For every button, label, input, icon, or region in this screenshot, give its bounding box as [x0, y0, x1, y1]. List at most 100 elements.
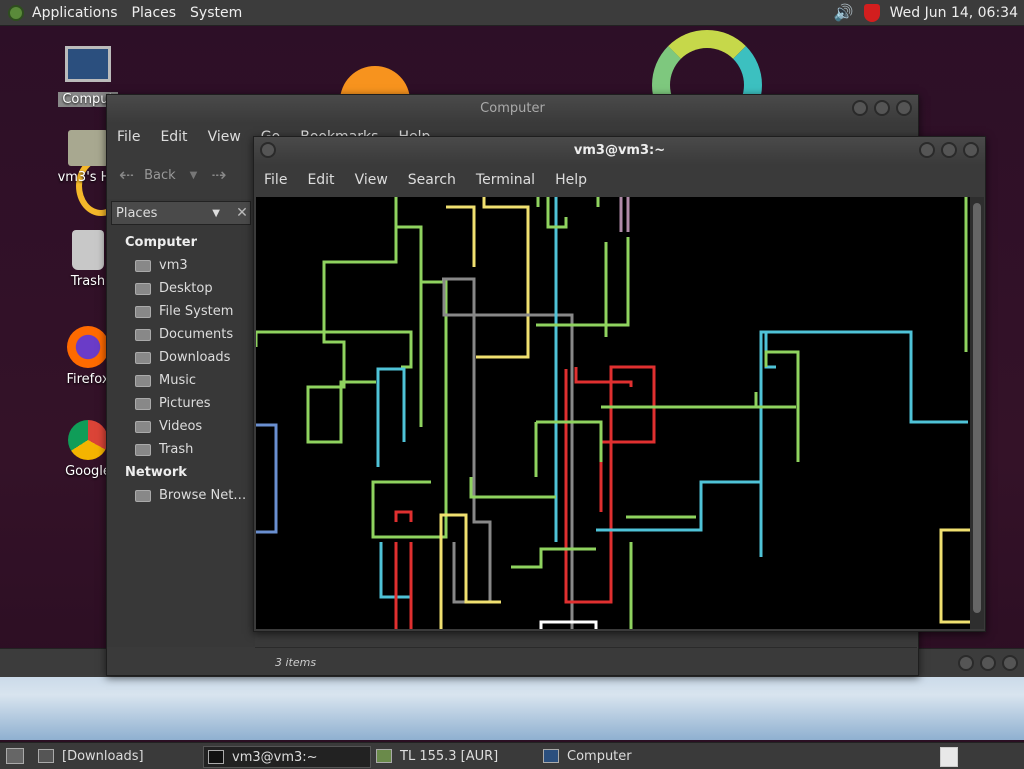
- downloads-folder-icon: [135, 351, 151, 364]
- pipe-segment: [939, 528, 970, 624]
- pipe-segment: [601, 392, 758, 409]
- task-label: [Downloads]: [62, 748, 144, 764]
- desktop-folder-icon: [135, 282, 151, 295]
- pipe-segment: [376, 367, 406, 467]
- pipe-segment: [394, 510, 413, 522]
- pipe-segment: [469, 477, 556, 499]
- task-label: TL 155.3 [AUR]: [400, 748, 499, 764]
- shield-icon[interactable]: [863, 3, 880, 22]
- close-sidebar-icon[interactable]: ✕: [232, 205, 252, 221]
- file-manager-titlebar[interactable]: Computer: [107, 95, 918, 123]
- pipes-animation: [256, 197, 970, 629]
- volume-icon[interactable]: 🔊: [834, 3, 854, 22]
- sidebar-computer-list: vm3 Desktop File System Documents Downlo…: [107, 254, 255, 461]
- top-panel: Applications Places System 🔊 Wed Jun 14,…: [0, 0, 1024, 26]
- close-button[interactable]: [896, 100, 912, 116]
- minimize-button[interactable]: [852, 100, 868, 116]
- menu-view[interactable]: View: [208, 129, 241, 145]
- sidebar-item-label: Trash: [159, 442, 194, 457]
- close-button[interactable]: [1002, 655, 1018, 671]
- sidebar-item-browse-network[interactable]: Browse Net…: [135, 484, 255, 507]
- cube-icon: [376, 749, 392, 763]
- home-folder-icon: [135, 259, 151, 272]
- window-menu-button[interactable]: [260, 142, 276, 158]
- sidebar-item-label: Browse Net…: [159, 488, 247, 503]
- terminal-menubar: File Edit View Search Terminal Help: [254, 165, 985, 195]
- chevron-down-icon[interactable]: ▼: [190, 170, 198, 181]
- sidebar-item-videos[interactable]: Videos: [135, 415, 255, 438]
- back-arrow-icon[interactable]: ⇠: [119, 165, 134, 186]
- show-desktop-icon[interactable]: [6, 748, 24, 764]
- pipe-segment: [446, 205, 476, 267]
- computer-icon: [65, 46, 111, 82]
- terminal-screen[interactable]: [256, 197, 970, 629]
- menu-system[interactable]: System: [190, 5, 242, 21]
- sidebar-item-vm3[interactable]: vm3: [135, 254, 255, 277]
- task-label: Computer: [567, 748, 632, 764]
- clock[interactable]: Wed Jun 14, 06:34: [890, 5, 1018, 21]
- menu-edit[interactable]: Edit: [307, 172, 334, 188]
- home-folder-icon: [68, 130, 108, 166]
- documents-folder-icon: [135, 328, 151, 341]
- places-selector-label: Places: [116, 205, 158, 221]
- sidebar-item-pictures[interactable]: Pictures: [135, 392, 255, 415]
- sidebar-item-file-system[interactable]: File System: [135, 300, 255, 323]
- computer-icon: [543, 749, 559, 763]
- menu-places[interactable]: Places: [132, 5, 177, 21]
- status-text: 3 items: [275, 655, 317, 669]
- back-button[interactable]: Back: [144, 168, 176, 183]
- task-tl[interactable]: TL 155.3 [AUR]: [376, 746, 536, 766]
- sidebar-item-label: Documents: [159, 327, 234, 342]
- sidebar-item-downloads[interactable]: Downloads: [135, 346, 255, 369]
- sidebar-item-documents[interactable]: Documents: [135, 323, 255, 346]
- sidebar-item-label: Pictures: [159, 396, 211, 411]
- menu-terminal[interactable]: Terminal: [476, 172, 535, 188]
- pictures-folder-icon: [135, 397, 151, 410]
- sidebar-item-music[interactable]: Music: [135, 369, 255, 392]
- sidebar-item-label: Music: [159, 373, 196, 388]
- maximize-button[interactable]: [874, 100, 890, 116]
- trash-icon: [72, 230, 104, 270]
- sidebar-item-desktop[interactable]: Desktop: [135, 277, 255, 300]
- folder-icon: [38, 749, 54, 763]
- workspace-switcher-icon[interactable]: [940, 747, 958, 767]
- sidebar-item-label: Downloads: [159, 350, 231, 365]
- pipe-segment: [536, 237, 630, 327]
- distro-logo-icon[interactable]: [8, 4, 24, 21]
- terminal-window: vm3@vm3:~ File Edit View Search Terminal…: [253, 136, 986, 632]
- sidebar-heading-network: Network: [125, 465, 187, 480]
- forward-arrow-icon[interactable]: ⇢: [211, 165, 226, 186]
- maximize-button[interactable]: [941, 142, 957, 158]
- minimize-button[interactable]: [919, 142, 935, 158]
- minimize-button[interactable]: [958, 655, 974, 671]
- menu-applications[interactable]: Applications: [32, 5, 118, 21]
- chrome-icon: [68, 420, 108, 460]
- menu-help[interactable]: Help: [555, 172, 587, 188]
- desktop-icon-label: Firefox: [66, 372, 110, 387]
- menu-search[interactable]: Search: [408, 172, 456, 188]
- menu-file[interactable]: File: [117, 129, 140, 145]
- menu-view[interactable]: View: [355, 172, 388, 188]
- sidebar-network-list: Browse Net…: [107, 484, 255, 507]
- scrollbar-thumb[interactable]: [973, 203, 981, 613]
- sidebar-item-label: vm3: [159, 258, 188, 273]
- task-terminal[interactable]: vm3@vm3:~: [203, 746, 371, 768]
- terminal-scrollbar[interactable]: [970, 197, 984, 629]
- places-selector[interactable]: Places ▼ ✕: [111, 201, 251, 225]
- maximize-button[interactable]: [980, 655, 996, 671]
- close-button[interactable]: [963, 142, 979, 158]
- menu-file[interactable]: File: [264, 172, 287, 188]
- pipe-segment: [306, 197, 398, 444]
- pipe-segment: [476, 197, 530, 359]
- task-downloads[interactable]: [Downloads]: [38, 746, 198, 766]
- file-manager-toolbar: ⇠ Back ▼ ⇢: [107, 153, 255, 197]
- sidebar-item-trash[interactable]: Trash: [135, 438, 255, 461]
- music-folder-icon: [135, 374, 151, 387]
- pipe-segment: [759, 330, 968, 557]
- terminal-titlebar[interactable]: vm3@vm3:~: [254, 137, 985, 165]
- pipe-segment: [539, 620, 598, 629]
- menu-edit[interactable]: Edit: [160, 129, 187, 145]
- file-manager-statusbar: 3 items: [255, 647, 917, 676]
- task-computer[interactable]: Computer: [543, 746, 703, 766]
- trash-icon: [135, 443, 151, 456]
